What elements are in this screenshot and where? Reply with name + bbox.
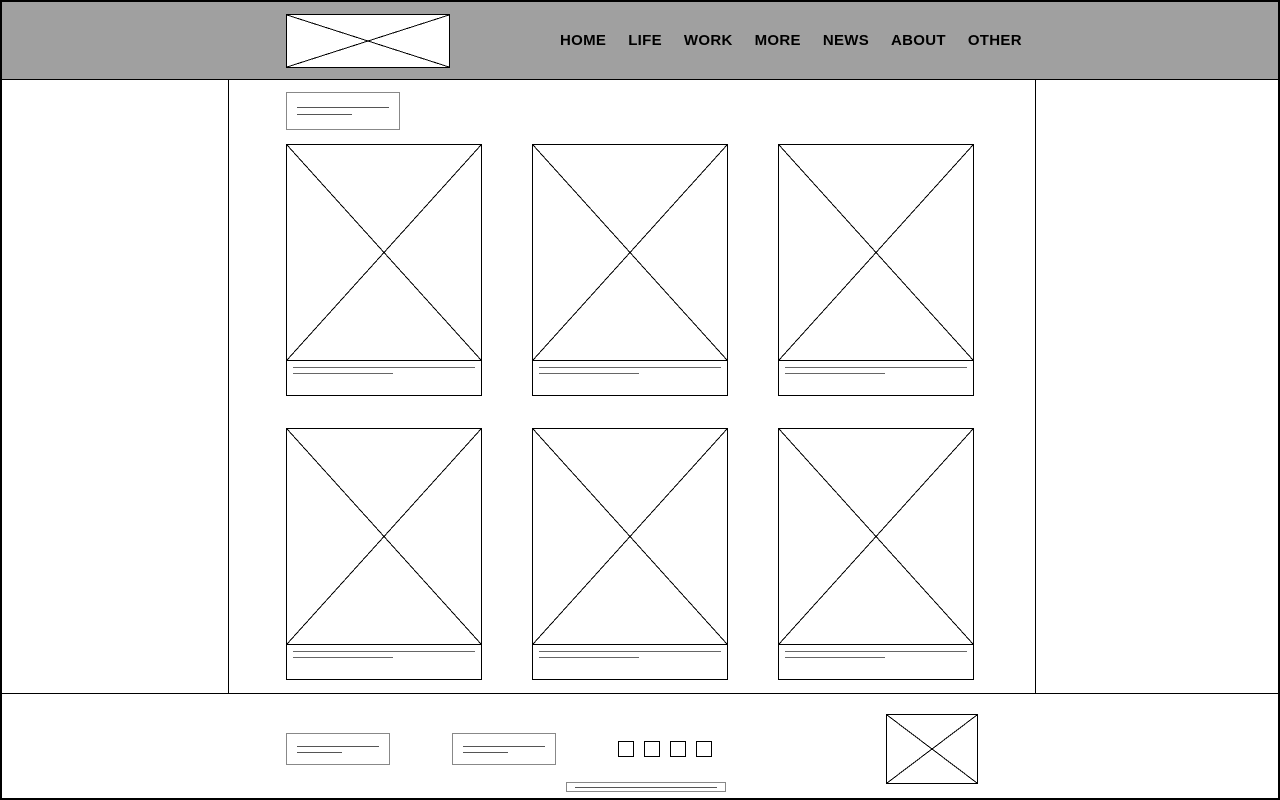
footer-logo-placeholder[interactable]: [886, 714, 978, 784]
footer: [2, 693, 1278, 798]
main-area: [2, 80, 1278, 693]
card-grid: [286, 144, 978, 680]
nav-more[interactable]: MORE: [755, 32, 801, 49]
social-icon[interactable]: [696, 741, 712, 757]
nav-life[interactable]: LIFE: [628, 32, 662, 49]
card-caption-placeholder: [287, 645, 481, 679]
nav-other[interactable]: OTHER: [968, 32, 1022, 49]
card-image-placeholder: [533, 429, 727, 645]
card-caption-placeholder: [779, 645, 973, 679]
nav-home[interactable]: HOME: [560, 32, 606, 49]
footer-text-block: [286, 733, 390, 765]
card-image-placeholder: [287, 145, 481, 361]
card[interactable]: [778, 144, 974, 396]
footer-fineprint-placeholder: [566, 782, 726, 792]
footer-text-block: [452, 733, 556, 765]
card[interactable]: [532, 144, 728, 396]
card[interactable]: [286, 144, 482, 396]
header-bar: HOME LIFE WORK MORE NEWS ABOUT OTHER: [2, 2, 1278, 80]
nav-news[interactable]: NEWS: [823, 32, 869, 49]
nav-work[interactable]: WORK: [684, 32, 733, 49]
logo-placeholder[interactable]: [286, 14, 450, 68]
section-heading-placeholder: [286, 92, 400, 130]
card-image-placeholder: [779, 145, 973, 361]
social-icon[interactable]: [644, 741, 660, 757]
social-icon[interactable]: [670, 741, 686, 757]
card[interactable]: [778, 428, 974, 680]
card[interactable]: [532, 428, 728, 680]
nav-about[interactable]: ABOUT: [891, 32, 946, 49]
card-caption-placeholder: [533, 361, 727, 395]
social-icon[interactable]: [618, 741, 634, 757]
card-caption-placeholder: [533, 645, 727, 679]
content-column: [228, 80, 1036, 693]
card-caption-placeholder: [287, 361, 481, 395]
social-icons: [618, 741, 712, 757]
main-nav: HOME LIFE WORK MORE NEWS ABOUT OTHER: [560, 32, 1022, 49]
card-caption-placeholder: [779, 361, 973, 395]
card-image-placeholder: [779, 429, 973, 645]
card[interactable]: [286, 428, 482, 680]
card-image-placeholder: [533, 145, 727, 361]
card-image-placeholder: [287, 429, 481, 645]
